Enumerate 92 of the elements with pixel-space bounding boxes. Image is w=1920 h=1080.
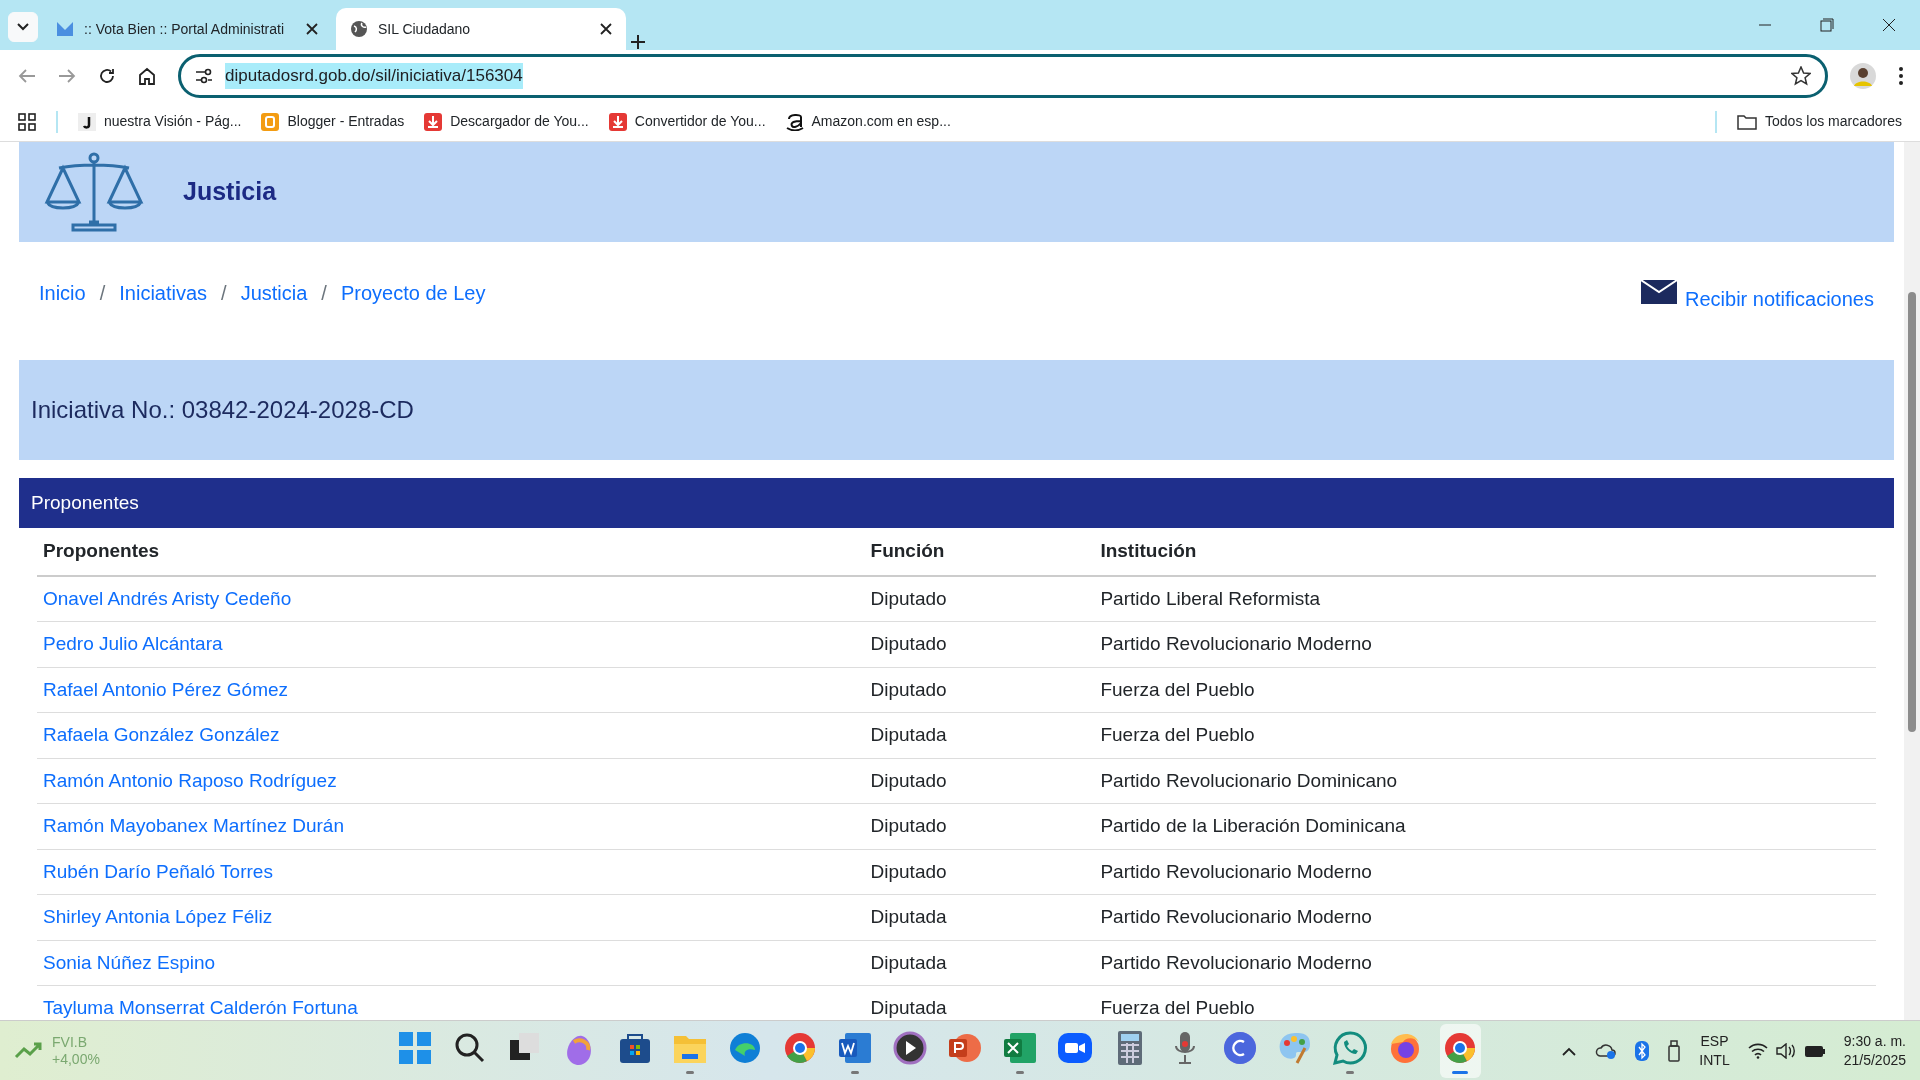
breadcrumb-separator: / (221, 281, 227, 306)
speaker-icon[interactable] (1775, 1042, 1796, 1059)
more-menu-icon[interactable] (1898, 66, 1904, 86)
clock[interactable]: 9:30 a. m. 21/5/2025 (1843, 1032, 1906, 1069)
stock-symbol: FVI.B (52, 1033, 88, 1051)
m-logo-icon (56, 21, 74, 37)
table-cell: Diputada (864, 712, 1095, 758)
back-arrow-icon[interactable] (18, 68, 36, 84)
panel-title: Proponentes (31, 490, 139, 515)
column-header: Función (864, 528, 1095, 576)
breadcrumb-link[interactable]: Inicio (39, 278, 86, 308)
bookmark-link[interactable]: Descargador de You... (424, 111, 589, 132)
column-header: Institución (1094, 528, 1876, 576)
table-cell: Diputado (864, 758, 1095, 804)
star-icon[interactable] (1791, 66, 1811, 86)
proponent-link[interactable]: Tayluma Monserrat Calderón Fortuna (43, 997, 358, 1018)
usb-drive-icon[interactable] (1667, 1039, 1682, 1062)
scales-icon (43, 152, 145, 232)
proponent-link[interactable]: Pedro Julio Alcántara (43, 633, 223, 654)
new-tab-icon[interactable] (630, 34, 646, 50)
proponent-link[interactable]: Rafaela González González (43, 724, 280, 745)
proponent-link[interactable]: Rubén Darío Peñaló Torres (43, 860, 273, 882)
proponent-link[interactable]: Ramón Antonio Raposo Rodríguez (43, 769, 337, 791)
breadcrumb-link[interactable]: Proyecto de Ley (340, 278, 486, 308)
proponent-link[interactable]: Onavel Andrés Aristy Cedeño (43, 587, 292, 609)
battery-icon[interactable] (1803, 1043, 1826, 1058)
tab-list-button[interactable] (8, 12, 38, 42)
close-icon[interactable] (306, 23, 318, 35)
chevron-down-icon (16, 22, 30, 32)
browser-tab[interactable]: SIL Ciudadano (336, 8, 626, 50)
address-bar[interactable]: diputadosrd.gob.do/sil/iniciativa/156304 (178, 54, 1828, 98)
home-icon[interactable] (138, 67, 156, 85)
table-cell: Partido Revolucionario Moderno (1094, 621, 1876, 667)
reload-icon[interactable] (98, 67, 116, 85)
restore-icon[interactable] (1820, 18, 1834, 32)
j-letter-icon (78, 112, 96, 131)
table-cell: Diputada (864, 894, 1095, 940)
column-header: Proponentes (37, 528, 865, 576)
table-cell: Fuerza del Pueblo (1094, 667, 1876, 713)
proponent-link[interactable]: Sonia Núñez Espino (43, 951, 216, 973)
apps-grid-icon[interactable] (18, 112, 36, 131)
scrollbar[interactable] (1904, 142, 1920, 1020)
table-cell: Partido Revolucionario Moderno (1094, 849, 1876, 895)
keyboard-language-indicator[interactable]: ESP INTL (1699, 1032, 1730, 1069)
chevron-up-icon[interactable] (1561, 1045, 1578, 1056)
forward-arrow-icon[interactable] (58, 68, 76, 84)
initiative-number: Iniciativa No.: 03842-2024-2028-CD (31, 395, 414, 425)
url-text: diputadosrd.gob.do/sil/iniciativa/156304 (225, 63, 523, 89)
table-cell: Partido Liberal Reformista (1094, 575, 1876, 622)
b-logo-icon (261, 112, 280, 131)
folder-icon (1737, 113, 1758, 130)
site-settings-icon[interactable] (195, 68, 213, 84)
table-cell: Diputado (864, 849, 1095, 895)
trend-arrow-icon (14, 1040, 44, 1061)
bookmarks-folder-link[interactable]: Todos los marcadores (1737, 111, 1902, 132)
table-cell: Partido Revolucionario Moderno (1094, 940, 1876, 986)
table-cell: Diputado (864, 803, 1095, 849)
notifications-link[interactable]: Recibir notificaciones (1685, 284, 1874, 314)
bookmark-link[interactable]: Blogger - Entradas (261, 111, 405, 132)
wifi-icon[interactable] (1747, 1042, 1768, 1059)
stock-change: +4,00% (52, 1050, 100, 1068)
cloud-sync-icon[interactable] (1595, 1041, 1618, 1060)
envelope-icon (1641, 278, 1677, 304)
a-logo-icon (785, 112, 804, 131)
breadcrumb-link[interactable]: Iniciativas (119, 278, 208, 308)
bookmark-link[interactable]: Amazon.com en esp... (785, 111, 951, 132)
section-title: Justicia (183, 176, 277, 208)
bookmark-link[interactable]: Convertidor de You... (608, 111, 766, 132)
table-cell: Partido Revolucionario Moderno (1094, 894, 1876, 940)
breadcrumb-link[interactable]: Justicia (240, 278, 308, 308)
globe-icon (350, 20, 368, 38)
proponent-link[interactable]: Ramón Mayobanex Martínez Durán (43, 815, 344, 836)
table-cell: Partido de la Liberación Dominicana (1094, 803, 1876, 849)
table-cell: Diputado (864, 667, 1095, 713)
proponent-link[interactable]: Rafael Antonio Pérez Gómez (43, 678, 289, 700)
table-cell: Diputada (864, 940, 1095, 986)
download-icon (424, 112, 443, 131)
download-icon (608, 112, 627, 131)
proponent-link[interactable]: Shirley Antonia López Féliz (43, 906, 273, 927)
bookmark-link[interactable]: nuestra Visión - Pág... (78, 111, 242, 132)
table-cell: Fuerza del Pueblo (1094, 712, 1876, 758)
table-cell: Partido Revolucionario Dominicano (1094, 758, 1876, 804)
close-icon[interactable] (600, 23, 612, 35)
avatar-icon[interactable] (1850, 63, 1876, 89)
table-cell: Diputado (864, 575, 1095, 622)
breadcrumb-separator: / (321, 281, 327, 306)
close-icon[interactable] (1882, 18, 1896, 32)
bluetooth-icon[interactable] (1635, 1040, 1650, 1061)
table-cell: Diputado (864, 621, 1095, 667)
breadcrumb-separator: / (99, 281, 106, 306)
scrollbar-thumb[interactable] (1908, 292, 1916, 732)
browser-tab[interactable]: :: Vota Bien :: Portal Administrati (42, 8, 332, 50)
